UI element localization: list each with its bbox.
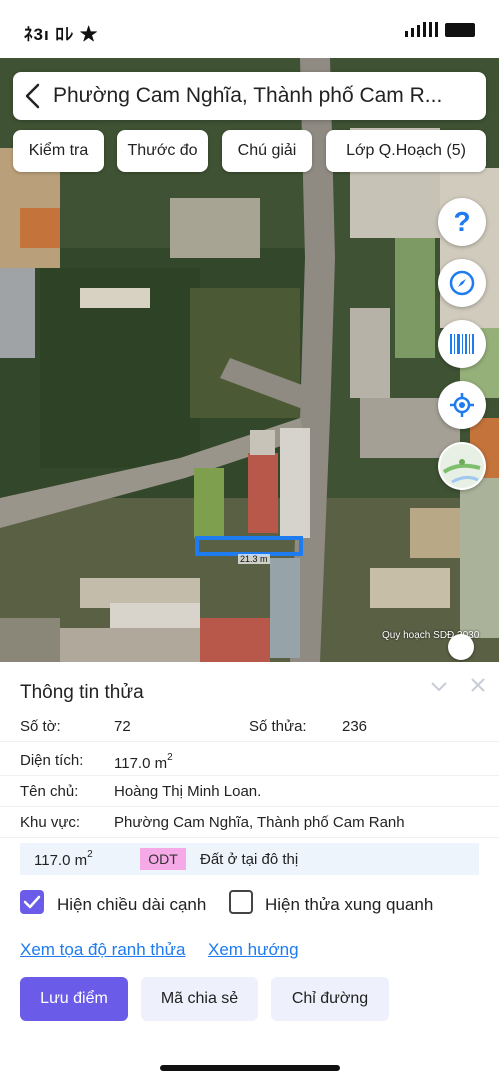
save-point-button[interactable]: Lưu điểm <box>20 977 128 1021</box>
parcel-value: 236 <box>342 718 368 735</box>
crosshair-icon <box>450 393 474 417</box>
show-neighbors-label[interactable]: Hiện thửa xung quanh <box>265 895 433 915</box>
help-icon: ? <box>453 206 471 237</box>
view-direction-link[interactable]: Xem hướng <box>208 940 299 960</box>
collapse-chevron-icon[interactable] <box>430 676 448 699</box>
region-label: Khu vực: <box>20 814 81 831</box>
battery-icon <box>445 23 475 37</box>
owner-value: Hoàng Thị Minh Loan. <box>114 783 262 800</box>
zone-area-number: 117.0 m <box>34 852 88 869</box>
map-thumbnail-icon <box>440 444 484 488</box>
region-value: Phường Cam Nghĩa, Thành phố Cam Ranh <box>114 814 405 831</box>
land-use-row: 117.0 m2 ODT Đất ở tại đô thị <box>20 843 479 875</box>
planning-layer-button[interactable]: Lớp Q.Hoạch (5) <box>326 130 486 172</box>
owner-row: Tên chủ: Hoàng Thị Minh Loan. <box>0 777 499 807</box>
sheet-parcel-row: Số tờ: 72 Số thửa: 236 <box>0 712 499 742</box>
show-edge-length-label[interactable]: Hiện chiều dài cạnh <box>57 895 206 915</box>
parcel-label: Số thửa: <box>249 718 307 735</box>
compass-button[interactable] <box>438 259 486 307</box>
area-row: Diện tích: 117.0 m2 <box>0 746 499 776</box>
area-label: Diện tích: <box>20 752 84 769</box>
land-use-description: Đất ở tại đô thị <box>200 851 299 868</box>
sheet-value: 72 <box>114 718 131 735</box>
location-title: Phường Cam Nghĩa, Thành phố Cam R... <box>53 84 443 107</box>
owner-label: Tên chủ: <box>20 783 79 800</box>
land-use-code-badge: ODT <box>140 848 186 870</box>
parcel-outline[interactable] <box>195 536 303 556</box>
check-button[interactable]: Kiểm tra <box>13 130 104 172</box>
my-location-button[interactable] <box>438 381 486 429</box>
barcode-icon <box>450 334 474 354</box>
checkmark-icon <box>23 895 41 909</box>
map-style-button[interactable] <box>438 442 486 490</box>
legend-button[interactable]: Chú giải <box>222 130 312 172</box>
opacity-slider-handle[interactable] <box>448 634 474 660</box>
area-value: 117.0 m2 <box>114 752 173 772</box>
status-bar: ﾈ3ı ﾛﾚ ★ <box>0 0 499 58</box>
signal-icon <box>405 22 475 37</box>
region-row: Khu vực: Phường Cam Nghĩa, Thành phố Cam… <box>0 808 499 838</box>
view-boundary-coords-link[interactable]: Xem tọa độ ranh thửa <box>20 940 185 960</box>
area-unit-sup: 2 <box>167 752 173 763</box>
directions-button[interactable]: Chỉ đường <box>271 977 389 1021</box>
compass-icon <box>449 270 475 296</box>
area-number: 117.0 m <box>114 755 168 772</box>
show-neighbors-checkbox[interactable] <box>229 890 253 914</box>
barcode-button[interactable] <box>438 320 486 368</box>
sheet-label: Số tờ: <box>20 718 61 735</box>
location-search-bar[interactable]: Phường Cam Nghĩa, Thành phố Cam R... <box>13 72 486 120</box>
panel-title: Thông tin thửa <box>20 682 144 703</box>
parcel-info-panel: Thông tin thửa Số tờ: 72 Số thửa: 236 Di… <box>0 662 499 1080</box>
help-button[interactable]: ? <box>438 198 486 246</box>
share-code-button[interactable]: Mã chia sẻ <box>141 977 258 1021</box>
show-edge-length-checkbox[interactable] <box>20 890 44 914</box>
map-toolbar: Kiểm tra Thước đo Chú giải Lớp Q.Hoạch (… <box>13 130 486 172</box>
edge-length-label: 21.3 m <box>238 554 270 564</box>
zone-area-sup: 2 <box>87 849 93 860</box>
back-arrow-icon[interactable] <box>13 72 53 120</box>
status-left-text: ﾈ3ı ﾛﾚ ★ <box>24 25 99 44</box>
ruler-button[interactable]: Thước đo <box>117 130 208 172</box>
zone-area: 117.0 m2 <box>34 849 93 869</box>
home-indicator <box>160 1065 340 1071</box>
close-icon[interactable] <box>470 676 486 699</box>
